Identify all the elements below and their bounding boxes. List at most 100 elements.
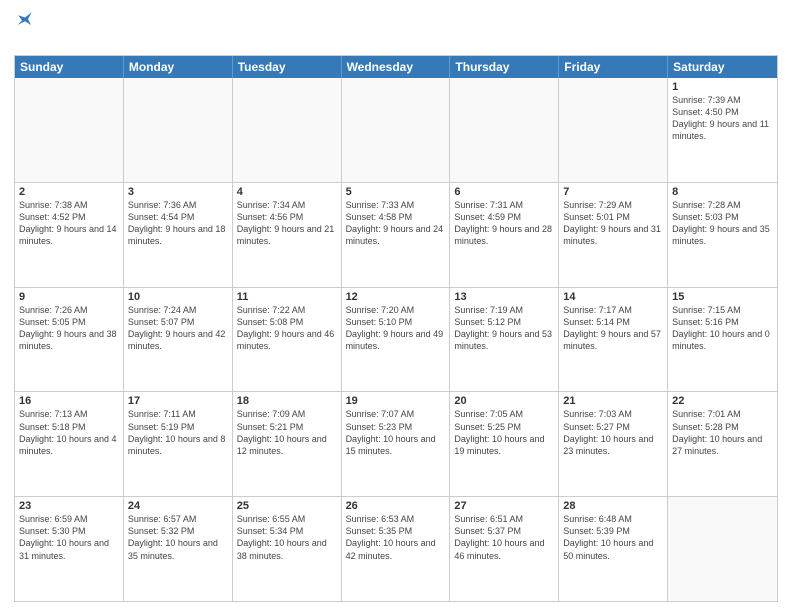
cal-cell-5: 5Sunrise: 7:33 AM Sunset: 4:58 PM Daylig… <box>342 183 451 287</box>
cal-cell-empty-2 <box>233 78 342 182</box>
day-info: Sunrise: 6:57 AM Sunset: 5:32 PM Dayligh… <box>128 513 228 562</box>
cal-cell-24: 24Sunrise: 6:57 AM Sunset: 5:32 PM Dayli… <box>124 497 233 601</box>
day-number: 7 <box>563 186 663 198</box>
cal-cell-26: 26Sunrise: 6:53 AM Sunset: 5:35 PM Dayli… <box>342 497 451 601</box>
day-number: 5 <box>346 186 446 198</box>
day-number: 18 <box>237 395 337 407</box>
cal-cell-4: 4Sunrise: 7:34 AM Sunset: 4:56 PM Daylig… <box>233 183 342 287</box>
day-number: 20 <box>454 395 554 407</box>
cal-cell-27: 27Sunrise: 6:51 AM Sunset: 5:37 PM Dayli… <box>450 497 559 601</box>
day-number: 9 <box>19 291 119 303</box>
day-info: Sunrise: 7:29 AM Sunset: 5:01 PM Dayligh… <box>563 199 663 248</box>
cal-cell-9: 9Sunrise: 7:26 AM Sunset: 5:05 PM Daylig… <box>15 288 124 392</box>
cal-cell-empty-1 <box>124 78 233 182</box>
cal-cell-1: 1Sunrise: 7:39 AM Sunset: 4:50 PM Daylig… <box>668 78 777 182</box>
cal-header-saturday: Saturday <box>668 56 777 78</box>
day-number: 19 <box>346 395 446 407</box>
day-info: Sunrise: 7:26 AM Sunset: 5:05 PM Dayligh… <box>19 304 119 353</box>
day-info: Sunrise: 6:48 AM Sunset: 5:39 PM Dayligh… <box>563 513 663 562</box>
day-info: Sunrise: 6:51 AM Sunset: 5:37 PM Dayligh… <box>454 513 554 562</box>
cal-header-wednesday: Wednesday <box>342 56 451 78</box>
day-number: 10 <box>128 291 228 303</box>
day-number: 26 <box>346 500 446 512</box>
cal-header-sunday: Sunday <box>15 56 124 78</box>
cal-header-friday: Friday <box>559 56 668 78</box>
day-number: 17 <box>128 395 228 407</box>
cal-cell-10: 10Sunrise: 7:24 AM Sunset: 5:07 PM Dayli… <box>124 288 233 392</box>
cal-cell-6: 6Sunrise: 7:31 AM Sunset: 4:59 PM Daylig… <box>450 183 559 287</box>
day-number: 23 <box>19 500 119 512</box>
cal-cell-17: 17Sunrise: 7:11 AM Sunset: 5:19 PM Dayli… <box>124 392 233 496</box>
day-info: Sunrise: 7:38 AM Sunset: 4:52 PM Dayligh… <box>19 199 119 248</box>
cal-cell-7: 7Sunrise: 7:29 AM Sunset: 5:01 PM Daylig… <box>559 183 668 287</box>
cal-cell-14: 14Sunrise: 7:17 AM Sunset: 5:14 PM Dayli… <box>559 288 668 392</box>
day-info: Sunrise: 7:33 AM Sunset: 4:58 PM Dayligh… <box>346 199 446 248</box>
cal-cell-empty-4 <box>450 78 559 182</box>
day-number: 25 <box>237 500 337 512</box>
cal-cell-19: 19Sunrise: 7:07 AM Sunset: 5:23 PM Dayli… <box>342 392 451 496</box>
cal-header-monday: Monday <box>124 56 233 78</box>
day-number: 4 <box>237 186 337 198</box>
cal-cell-empty-3 <box>342 78 451 182</box>
calendar: SundayMondayTuesdayWednesdayThursdayFrid… <box>14 55 778 602</box>
day-info: Sunrise: 7:05 AM Sunset: 5:25 PM Dayligh… <box>454 408 554 457</box>
day-info: Sunrise: 7:28 AM Sunset: 5:03 PM Dayligh… <box>672 199 773 248</box>
day-info: Sunrise: 6:53 AM Sunset: 5:35 PM Dayligh… <box>346 513 446 562</box>
cal-cell-25: 25Sunrise: 6:55 AM Sunset: 5:34 PM Dayli… <box>233 497 342 601</box>
day-info: Sunrise: 7:01 AM Sunset: 5:28 PM Dayligh… <box>672 408 773 457</box>
day-info: Sunrise: 7:11 AM Sunset: 5:19 PM Dayligh… <box>128 408 228 457</box>
cal-cell-20: 20Sunrise: 7:05 AM Sunset: 5:25 PM Dayli… <box>450 392 559 496</box>
cal-week-1: 2Sunrise: 7:38 AM Sunset: 4:52 PM Daylig… <box>15 182 777 287</box>
day-number: 22 <box>672 395 773 407</box>
day-info: Sunrise: 7:36 AM Sunset: 4:54 PM Dayligh… <box>128 199 228 248</box>
day-info: Sunrise: 7:03 AM Sunset: 5:27 PM Dayligh… <box>563 408 663 457</box>
cal-week-4: 23Sunrise: 6:59 AM Sunset: 5:30 PM Dayli… <box>15 496 777 601</box>
logo: General <box>14 10 81 49</box>
day-info: Sunrise: 7:20 AM Sunset: 5:10 PM Dayligh… <box>346 304 446 353</box>
cal-cell-18: 18Sunrise: 7:09 AM Sunset: 5:21 PM Dayli… <box>233 392 342 496</box>
cal-cell-3: 3Sunrise: 7:36 AM Sunset: 4:54 PM Daylig… <box>124 183 233 287</box>
day-number: 14 <box>563 291 663 303</box>
calendar-body: 1Sunrise: 7:39 AM Sunset: 4:50 PM Daylig… <box>15 78 777 601</box>
cal-cell-empty-5 <box>559 78 668 182</box>
cal-header-tuesday: Tuesday <box>233 56 342 78</box>
day-number: 8 <box>672 186 773 198</box>
day-info: Sunrise: 7:22 AM Sunset: 5:08 PM Dayligh… <box>237 304 337 353</box>
day-info: Sunrise: 7:39 AM Sunset: 4:50 PM Dayligh… <box>672 94 773 143</box>
day-info: Sunrise: 7:09 AM Sunset: 5:21 PM Dayligh… <box>237 408 337 457</box>
cal-cell-28: 28Sunrise: 6:48 AM Sunset: 5:39 PM Dayli… <box>559 497 668 601</box>
page: General SundayMondayTuesdayWednesdayThur… <box>0 0 792 612</box>
day-number: 15 <box>672 291 773 303</box>
day-info: Sunrise: 7:31 AM Sunset: 4:59 PM Dayligh… <box>454 199 554 248</box>
cal-cell-15: 15Sunrise: 7:15 AM Sunset: 5:16 PM Dayli… <box>668 288 777 392</box>
day-info: Sunrise: 7:17 AM Sunset: 5:14 PM Dayligh… <box>563 304 663 353</box>
day-info: Sunrise: 7:19 AM Sunset: 5:12 PM Dayligh… <box>454 304 554 353</box>
cal-cell-13: 13Sunrise: 7:19 AM Sunset: 5:12 PM Dayli… <box>450 288 559 392</box>
cal-cell-empty-6 <box>668 497 777 601</box>
day-number: 24 <box>128 500 228 512</box>
day-number: 27 <box>454 500 554 512</box>
calendar-header-row: SundayMondayTuesdayWednesdayThursdayFrid… <box>15 56 777 78</box>
day-number: 1 <box>672 81 773 93</box>
day-number: 3 <box>128 186 228 198</box>
day-info: Sunrise: 6:59 AM Sunset: 5:30 PM Dayligh… <box>19 513 119 562</box>
cal-cell-16: 16Sunrise: 7:13 AM Sunset: 5:18 PM Dayli… <box>15 392 124 496</box>
day-info: Sunrise: 6:55 AM Sunset: 5:34 PM Dayligh… <box>237 513 337 562</box>
day-number: 13 <box>454 291 554 303</box>
cal-cell-8: 8Sunrise: 7:28 AM Sunset: 5:03 PM Daylig… <box>668 183 777 287</box>
day-number: 16 <box>19 395 119 407</box>
cal-cell-23: 23Sunrise: 6:59 AM Sunset: 5:30 PM Dayli… <box>15 497 124 601</box>
day-info: Sunrise: 7:13 AM Sunset: 5:18 PM Dayligh… <box>19 408 119 457</box>
cal-week-0: 1Sunrise: 7:39 AM Sunset: 4:50 PM Daylig… <box>15 78 777 182</box>
day-number: 11 <box>237 291 337 303</box>
day-info: Sunrise: 7:07 AM Sunset: 5:23 PM Dayligh… <box>346 408 446 457</box>
day-number: 28 <box>563 500 663 512</box>
logo-text <box>14 10 34 28</box>
cal-header-thursday: Thursday <box>450 56 559 78</box>
day-info: Sunrise: 7:24 AM Sunset: 5:07 PM Dayligh… <box>128 304 228 353</box>
day-number: 12 <box>346 291 446 303</box>
day-info: Sunrise: 7:34 AM Sunset: 4:56 PM Dayligh… <box>237 199 337 248</box>
day-info: Sunrise: 7:15 AM Sunset: 5:16 PM Dayligh… <box>672 304 773 353</box>
day-number: 21 <box>563 395 663 407</box>
header: General <box>14 10 778 49</box>
